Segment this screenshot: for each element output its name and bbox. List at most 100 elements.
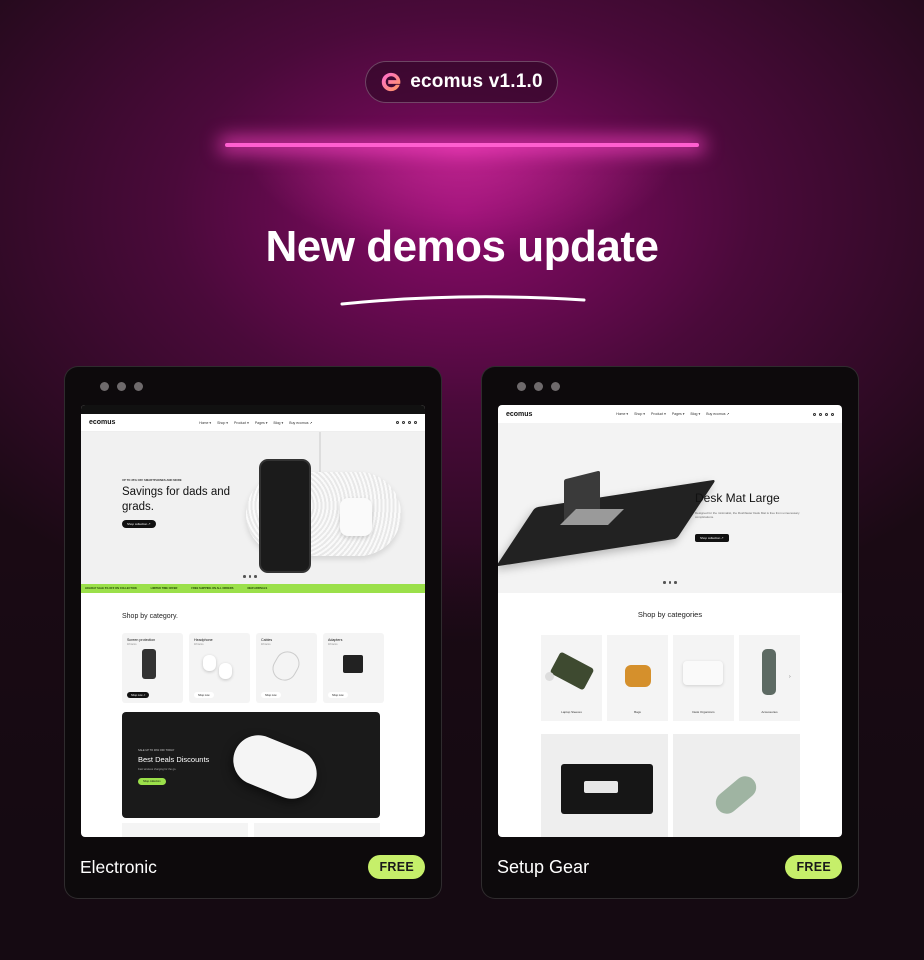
demo-card-electronic[interactable]: ecomus Home ▾ Shop ▾ Product ▾ Pages ▾ B… <box>64 366 442 899</box>
search-icon[interactable] <box>813 412 816 416</box>
phone-image <box>259 459 311 573</box>
category-button[interactable]: Shop now <box>261 692 281 698</box>
menu-item[interactable]: Buy ecomus ↗ <box>706 412 729 416</box>
demo-title: Setup Gear <box>497 857 590 877</box>
menu-item[interactable]: Shop ▾ <box>217 421 228 425</box>
category-tile[interactable]: Bags <box>607 635 668 721</box>
menu-item[interactable]: Blog ▾ <box>691 412 701 416</box>
bottle-thumb <box>762 649 776 695</box>
site-logo[interactable]: ecomus <box>89 419 115 426</box>
wishlist-icon[interactable] <box>408 421 411 424</box>
menu-item[interactable]: Blog ▾ <box>274 421 284 425</box>
feature-tile[interactable] <box>541 734 668 837</box>
promo-banner: SALE UP TO 30% OFF TODAY Best Deals Disc… <box>122 712 380 818</box>
menu-item[interactable]: Buy ecomus ↗ <box>289 421 312 425</box>
category-count: 18 items <box>261 643 271 646</box>
cable-thumb <box>268 647 304 685</box>
category-row: Screen protection 18 items Shop now ↗ He… <box>122 633 384 703</box>
user-icon[interactable] <box>819 412 822 416</box>
window-dot <box>134 382 143 391</box>
category-button[interactable]: Shop now <box>328 692 348 698</box>
carousel-prev-icon[interactable] <box>545 672 554 681</box>
keyboard-image <box>584 781 618 793</box>
category-button[interactable]: Shop now ↗ <box>127 692 150 698</box>
demo-card-setup-gear[interactable]: ecomus Home ▾ Shop ▾ Product ▾ Pages ▾ B… <box>481 366 859 899</box>
site-nav: ecomus Home ▾ Shop ▾ Product ▾ Pages ▾ B… <box>81 414 425 432</box>
cart-icon[interactable] <box>831 412 834 416</box>
category-button[interactable]: Shop now <box>194 692 214 698</box>
window-dots <box>517 382 560 391</box>
menu-item[interactable]: Product ▾ <box>234 421 249 425</box>
window-dot <box>517 382 526 391</box>
category-name: Screen protection <box>127 638 156 642</box>
category-tile[interactable]: Desk Organizers <box>673 635 734 721</box>
category-card[interactable]: Headphone 18 items Shop now <box>189 633 250 703</box>
menu-item[interactable]: Product ▾ <box>651 412 666 416</box>
menu-item[interactable]: Pages ▾ <box>672 412 685 416</box>
carousel-next-icon[interactable]: › <box>789 674 791 680</box>
site-logo[interactable]: ecomus <box>506 411 532 418</box>
site-nav: ecomus Home ▾ Shop ▾ Product ▾ Pages ▾ B… <box>498 405 842 423</box>
ticker-item: LIMITED TIME OFFER <box>150 587 178 590</box>
sleeve-thumb <box>549 651 595 691</box>
category-count: 18 items <box>328 643 338 646</box>
hero-shop-button[interactable]: Shop collection ↗ <box>122 520 156 528</box>
slider-pager[interactable] <box>663 581 677 584</box>
earbud-thumb <box>203 655 216 671</box>
demo-preview-electronic[interactable]: ecomus Home ▾ Shop ▾ Product ▾ Pages ▾ B… <box>81 405 425 837</box>
hero-title: Desk Mat Large <box>695 491 780 505</box>
search-icon[interactable] <box>396 421 399 424</box>
menu-item[interactable]: Pages ▾ <box>255 421 268 425</box>
hero-eyebrow: UP TO 35% OFF SMARTPHONES AND MORE <box>122 478 182 482</box>
cart-icon[interactable] <box>414 421 417 424</box>
phone-thumb <box>142 649 156 679</box>
feature-row <box>541 734 800 837</box>
headline-underline <box>340 295 586 306</box>
promo-button[interactable]: Shop collection <box>138 778 166 785</box>
category-name: Headphone <box>194 638 213 642</box>
menu-item[interactable]: Home ▾ <box>616 412 628 416</box>
organizer-thumb <box>683 661 723 685</box>
headline: New demos update <box>265 222 659 271</box>
slider-pager[interactable] <box>243 575 257 578</box>
site-menu: Home ▾ Shop ▾ Product ▾ Pages ▾ Blog ▾ B… <box>199 421 312 425</box>
demo-preview-setup-gear[interactable]: ecomus Home ▾ Shop ▾ Product ▾ Pages ▾ B… <box>498 405 842 837</box>
brand-pill: ecomus v1.1.0 <box>365 61 558 103</box>
nav-icons <box>396 421 417 424</box>
ticker-item: NEW ARRIVALS <box>247 587 268 590</box>
ticker-item: FREE SHIPPING ON ALL ORDERS <box>191 587 234 590</box>
feature-tile[interactable] <box>673 734 800 837</box>
category-row: Laptop Sleeves Bags Desk Organizers Acce… <box>541 635 800 721</box>
user-icon[interactable] <box>402 421 405 424</box>
menu-item[interactable]: Home ▾ <box>199 421 211 425</box>
category-card[interactable]: Screen protection 18 items Shop now ↗ <box>122 633 183 703</box>
ecomus-logo-icon <box>382 72 401 92</box>
site-topbar <box>81 405 425 414</box>
category-card[interactable]: Adapters 18 items Shop now <box>323 633 384 703</box>
category-count: 18 items <box>194 643 204 646</box>
charger-cable <box>319 432 327 474</box>
brand-name: ecomus v1.1.0 <box>410 71 543 92</box>
doorbell-image <box>225 727 325 807</box>
menu-item[interactable]: Shop ▾ <box>634 412 645 416</box>
window-dot <box>100 382 109 391</box>
product-tile[interactable] <box>254 823 380 837</box>
earbud-thumb <box>219 663 232 679</box>
category-name: Desk Organizers <box>692 710 715 714</box>
demo-title: Electronic <box>80 857 157 877</box>
wishlist-icon[interactable] <box>825 412 828 416</box>
hero-banner: Desk Mat Large Designed for the minimali… <box>498 423 842 593</box>
window-dot <box>534 382 543 391</box>
categories-title: Shop by category. <box>122 613 178 620</box>
hero-shop-button[interactable]: Shop collection ↗ <box>695 534 729 542</box>
promo-title: Best Deals Discounts <box>138 755 210 764</box>
product-tile[interactable] <box>122 823 248 837</box>
adapter-thumb <box>343 655 363 673</box>
category-card[interactable]: Cables 18 items Shop now <box>256 633 317 703</box>
ticker-item: HOLIDAY SALE 5% OFF ON COLLECTION <box>85 587 137 590</box>
bag-thumb <box>625 665 651 687</box>
promo-eyebrow: SALE UP TO 30% OFF TODAY <box>138 749 175 752</box>
window-dot <box>117 382 126 391</box>
nav-icons <box>813 412 834 416</box>
hero-banner: UP TO 35% OFF SMARTPHONES AND MORE Savin… <box>81 432 425 584</box>
